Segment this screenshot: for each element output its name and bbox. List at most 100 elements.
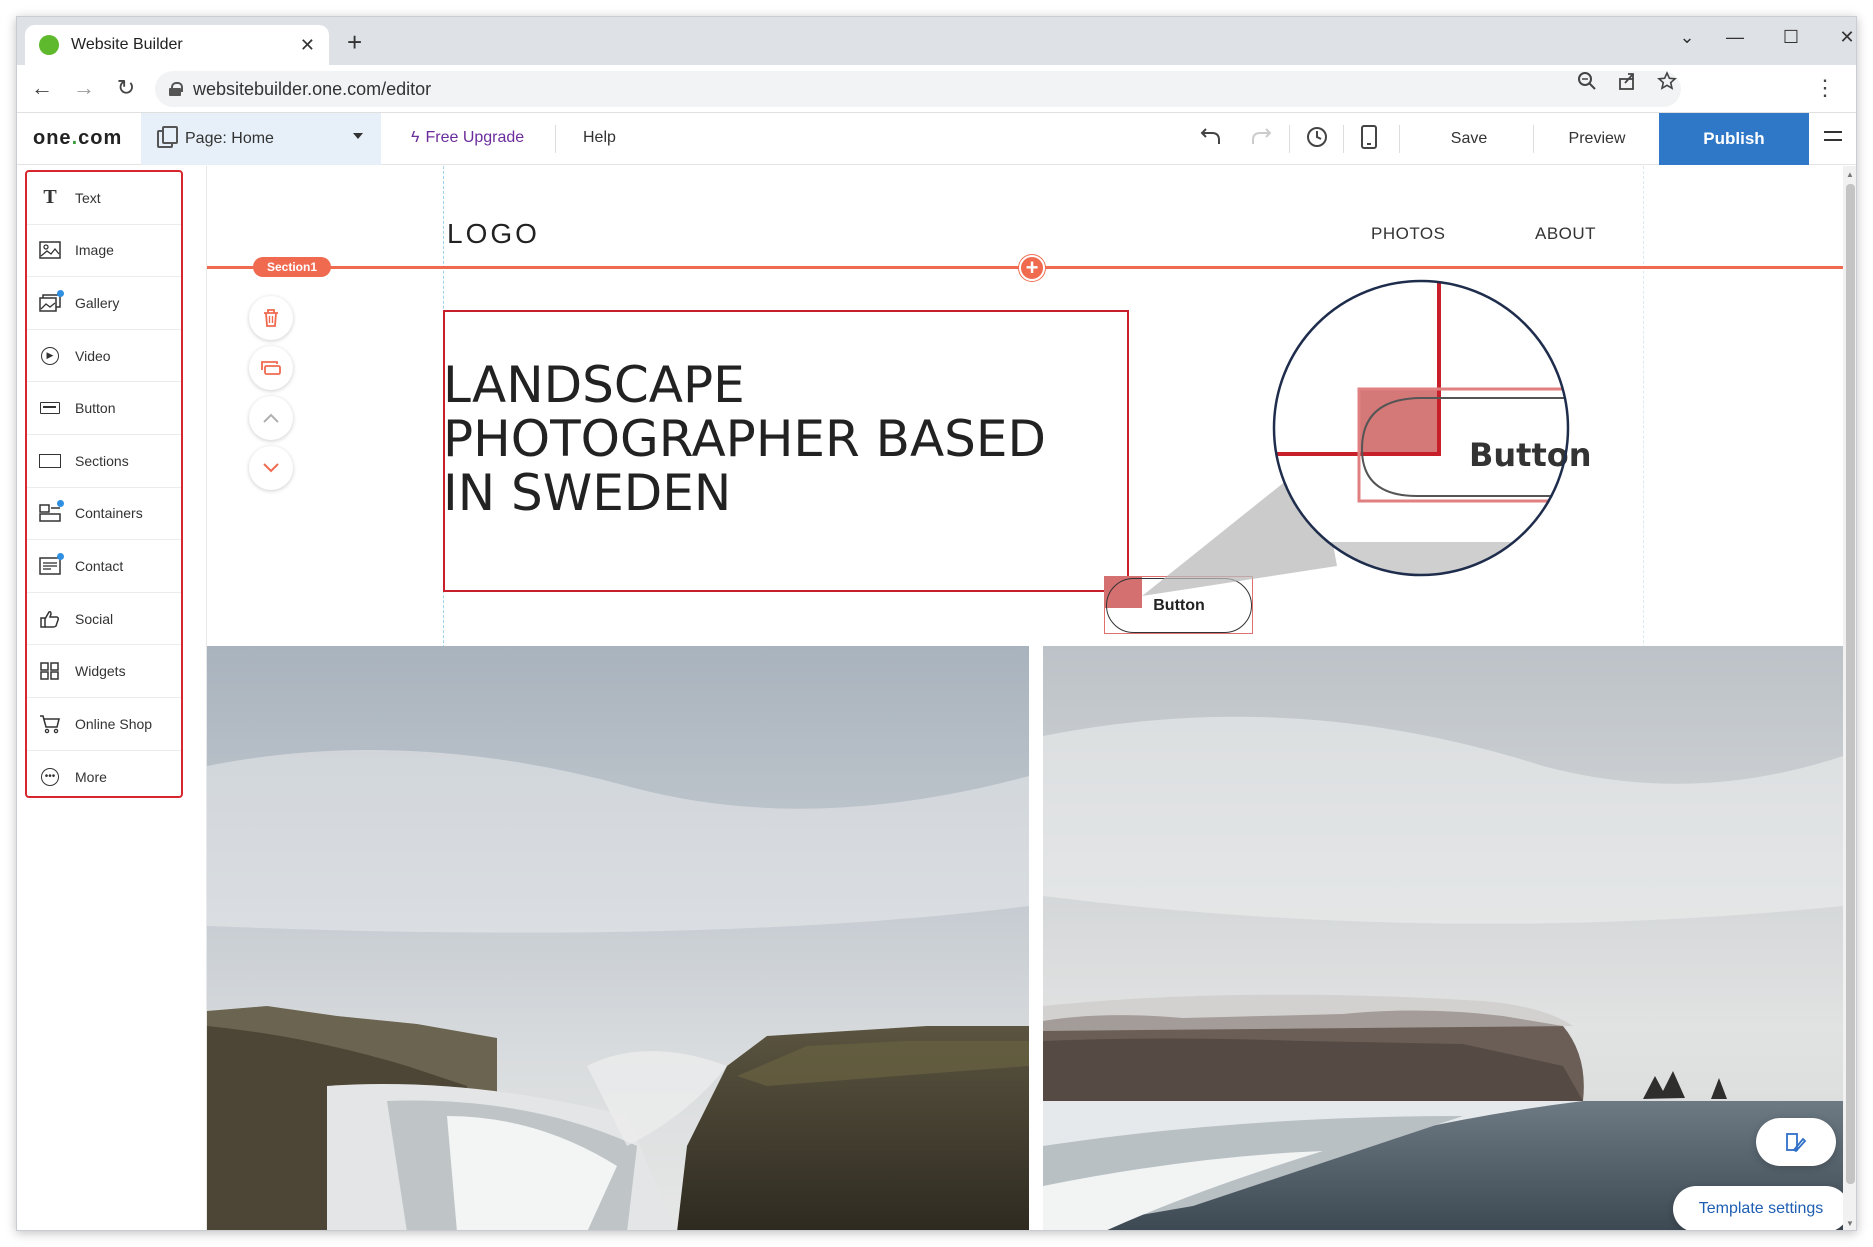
element-item-gallery[interactable]: Gallery — [27, 277, 181, 330]
editor-canvas[interactable]: LOGO PHOTOS ABOUT Section1 + LANDSCAPE P… — [207, 166, 1843, 1230]
more-icon: ••• — [39, 767, 61, 786]
brand-prefix: one — [33, 127, 72, 149]
element-label: Text — [75, 189, 101, 206]
button-icon — [39, 399, 61, 417]
element-label: Contact — [75, 557, 124, 574]
element-item-widgets[interactable]: Widgets — [27, 645, 181, 698]
browser-tab[interactable]: Website Builder ✕ — [25, 25, 329, 65]
undo-icon[interactable] — [1193, 125, 1229, 153]
zoom-icon[interactable] — [1577, 71, 1597, 97]
url-text: websitebuilder.one.com/editor — [193, 78, 432, 99]
waterfall-photo[interactable] — [207, 646, 1029, 1230]
tab-close-icon[interactable]: ✕ — [300, 35, 315, 56]
help-link[interactable]: Help — [583, 129, 616, 147]
toolbar-divider — [555, 125, 556, 153]
address-bar: ← → ↻ websitebuilder.one.com/editor ⋮ — [17, 65, 1856, 113]
minimize-button[interactable]: — — [1715, 27, 1755, 48]
element-item-contact[interactable]: Contact — [27, 540, 181, 593]
lock-icon — [169, 82, 183, 96]
browser-menu-icon[interactable]: ⋮ — [1814, 75, 1836, 101]
element-label: Image — [75, 242, 114, 259]
title-bar: Website Builder ✕ + ⌄ — ☐ ✕ — [17, 17, 1856, 65]
scroll-down-arrow-icon[interactable]: ▼ — [1846, 1219, 1854, 1228]
free-upgrade-link[interactable]: ϟ Free Upgrade — [411, 129, 524, 147]
element-label: Containers — [75, 505, 143, 522]
cart-icon — [39, 714, 61, 733]
element-label: Sections — [75, 452, 129, 469]
element-label: Online Shop — [75, 715, 153, 732]
element-item-sections[interactable]: Sections — [27, 435, 181, 488]
element-label: More — [75, 768, 107, 785]
new-badge — [57, 289, 64, 297]
zoom-button-label: Button — [1469, 436, 1592, 474]
toolbar-divider — [1343, 125, 1344, 153]
mobile-view-icon[interactable] — [1351, 125, 1387, 155]
video-icon: ▶ — [39, 346, 61, 365]
element-item-image[interactable]: Image — [27, 225, 181, 278]
toolbar-divider — [1399, 125, 1400, 153]
back-arrow-icon[interactable]: ← — [27, 75, 57, 101]
history-icon[interactable] — [1299, 125, 1335, 155]
thumbs-up-icon — [39, 610, 61, 628]
element-item-more[interactable]: ••• More — [27, 751, 181, 804]
new-badge — [57, 552, 64, 560]
pages-icon — [157, 126, 178, 148]
element-item-containers[interactable]: Containers — [27, 488, 181, 541]
element-label: Widgets — [75, 663, 126, 680]
editor-toolbar: one.com Page: Home ϟ Free Upgrade Help S… — [17, 113, 1856, 165]
brand-suffix: com — [78, 127, 123, 149]
zoom-callout: Button — [1142, 279, 1592, 596]
page-selector[interactable]: Page: Home — [141, 113, 381, 165]
text-icon: T — [43, 186, 57, 209]
element-label: Gallery — [75, 294, 120, 311]
hamburger-menu-icon[interactable] — [1824, 131, 1842, 145]
share-icon[interactable] — [1617, 71, 1637, 97]
element-item-social[interactable]: Social — [27, 593, 181, 646]
photo-row — [207, 646, 1843, 1230]
favicon-icon — [39, 35, 59, 55]
coast-photo[interactable] — [1043, 646, 1843, 1230]
template-settings-button[interactable]: Template settings — [1673, 1186, 1843, 1230]
publish-button[interactable]: Publish — [1659, 113, 1809, 165]
reload-icon[interactable]: ↻ — [111, 75, 141, 101]
tab-title: Website Builder — [71, 36, 183, 53]
forward-arrow-icon[interactable]: → — [69, 75, 99, 101]
free-upgrade-label: Free Upgrade — [425, 129, 525, 146]
chevron-down-icon — [353, 133, 363, 139]
element-item-text[interactable]: T Text — [27, 172, 181, 225]
scrollbar-thumb[interactable] — [1846, 184, 1855, 1184]
design-palette-button[interactable] — [1756, 1118, 1836, 1166]
toolbar-divider — [1289, 125, 1290, 153]
vertical-scrollbar[interactable]: ▲ ▼ — [1843, 166, 1856, 1230]
browser-window: Website Builder ✕ + ⌄ — ☐ ✕ ← → ↻ websit… — [16, 16, 1857, 1231]
element-item-video[interactable]: ▶ Video — [27, 330, 181, 383]
lightning-icon: ϟ — [411, 129, 420, 146]
toolbar-divider — [1533, 125, 1534, 153]
element-item-online-shop[interactable]: Online Shop — [27, 698, 181, 751]
page-selector-label: Page: Home — [185, 130, 274, 147]
element-item-button[interactable]: Button — [27, 382, 181, 435]
contact-icon — [39, 552, 64, 575]
save-button[interactable]: Save — [1409, 113, 1529, 165]
new-tab-button[interactable]: + — [347, 29, 362, 55]
maximize-button[interactable]: ☐ — [1771, 27, 1811, 48]
element-label: Social — [75, 610, 114, 627]
element-label: Video — [75, 347, 111, 364]
redo-icon[interactable] — [1243, 125, 1279, 153]
scroll-up-arrow-icon[interactable]: ▲ — [1846, 170, 1854, 179]
design-icon — [1786, 1133, 1807, 1153]
tab-search-icon[interactable]: ⌄ — [1667, 27, 1707, 48]
element-label: Button — [75, 400, 116, 417]
brand-logo[interactable]: one.com — [33, 127, 122, 150]
new-badge — [57, 500, 64, 508]
image-icon — [39, 241, 61, 260]
elements-panel: T Text Image Gallery ▶ Video Button Sect… — [17, 166, 207, 1230]
preview-button[interactable]: Preview — [1537, 113, 1657, 165]
bookmark-star-icon[interactable] — [1657, 71, 1677, 97]
widgets-icon — [39, 662, 61, 680]
sections-icon — [39, 452, 61, 470]
elements-list: T Text Image Gallery ▶ Video Button Sect… — [25, 170, 183, 798]
close-window-button[interactable]: ✕ — [1827, 27, 1856, 48]
url-input[interactable]: websitebuilder.one.com/editor — [155, 71, 1681, 107]
containers-icon — [39, 500, 64, 523]
